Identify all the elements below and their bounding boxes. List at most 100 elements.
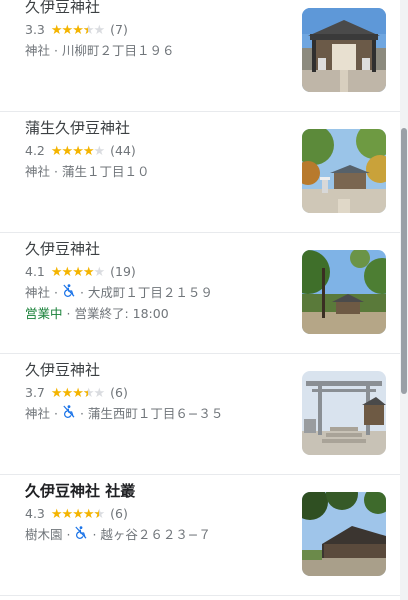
separator: · xyxy=(66,527,71,542)
star-icon: ★ xyxy=(72,144,84,159)
star-icon: ★ xyxy=(93,144,106,159)
rating-line: 4.1 ★★★★★ (19) xyxy=(25,261,295,283)
place-address: 蒲生１丁目１０ xyxy=(61,164,150,179)
rating-value: 4.3 xyxy=(25,506,45,521)
separator: · xyxy=(79,406,84,421)
star-icon: ★★ xyxy=(82,23,95,38)
star-rating: ★★★★★ xyxy=(50,141,106,162)
closing-time: 営業終了: 18:00 xyxy=(74,305,169,321)
scrollbar-thumb[interactable] xyxy=(401,128,407,394)
place-photo[interactable] xyxy=(302,371,386,455)
star-rating: ★★★★★★ xyxy=(50,383,106,404)
result-card[interactable]: 久伊豆神社 社叢 4.3 ★★★★★★ (6) 樹木園 · · xyxy=(0,476,400,596)
result-info: 久伊豆神社 3.3 ★★★★★★ (7) 神社 · 川柳町２丁目１９６ xyxy=(25,0,295,61)
star-icon: ★ xyxy=(72,265,84,280)
place-name[interactable]: 久伊豆神社 xyxy=(25,359,295,381)
place-category: 神社 xyxy=(25,406,51,421)
review-count: (44) xyxy=(110,143,136,158)
wheelchair-not-accessible-icon xyxy=(63,283,75,303)
rating-line: 4.2 ★★★★★ (44) xyxy=(25,140,295,162)
result-info: 久伊豆神社 3.7 ★★★★★★ (6) 神社 · · 蒲生西 xyxy=(25,359,295,425)
rating-line: 3.3 ★★★★★★ (7) xyxy=(25,19,295,41)
star-icon: ★ xyxy=(50,23,63,38)
shrine-photo-2 xyxy=(302,129,386,213)
result-card[interactable]: 久伊豆神社 4.1 ★★★★★ (19) 神社 · · 大成町１丁目２１５９ 営… xyxy=(0,234,400,354)
separator: · xyxy=(79,285,84,300)
shrine-photo-5 xyxy=(302,492,386,576)
separator: · xyxy=(66,305,71,321)
result-info: 久伊豆神社 4.1 ★★★★★ (19) 神社 · · 大成町１丁目２１５９ 営… xyxy=(25,238,295,324)
separator: · xyxy=(54,406,58,421)
rating-line: 4.3 ★★★★★★ (6) xyxy=(25,503,295,525)
star-icon: ★ xyxy=(72,386,84,401)
place-category: 神社 xyxy=(25,43,51,58)
star-icon: ★ xyxy=(72,507,84,522)
star-icon: ★ xyxy=(82,265,95,280)
star-icon: ★ xyxy=(72,23,84,38)
place-address: 大成町１丁目２１５９ xyxy=(87,285,213,300)
result-info: 蒲生久伊豆神社 4.2 ★★★★★ (44) 神社 · 蒲生１丁目１０ xyxy=(25,117,295,182)
wheelchair-not-accessible-icon xyxy=(63,404,75,424)
place-meta: 樹木園 · · 越ヶ谷２６２３−７ xyxy=(25,525,295,546)
star-icon: ★ xyxy=(93,265,106,280)
shrine-photo-3 xyxy=(302,250,386,334)
search-results-list: 久伊豆神社 3.3 ★★★★★★ (7) 神社 · 川柳町２丁目１９６ xyxy=(0,0,400,600)
shrine-photo-4 xyxy=(302,371,386,455)
star-icon: ★ xyxy=(61,144,74,159)
place-category: 神社 xyxy=(25,164,51,179)
star-rating: ★★★★★★ xyxy=(50,20,106,41)
star-icon: ★ xyxy=(61,386,74,401)
star-icon: ★★ xyxy=(82,386,95,401)
place-photo[interactable] xyxy=(302,8,386,92)
separator: · xyxy=(92,527,97,542)
wheelchair-not-accessible-icon xyxy=(75,525,87,545)
star-icon: ★ xyxy=(93,23,106,38)
star-rating: ★★★★★★ xyxy=(50,504,106,525)
place-name[interactable]: 蒲生久伊豆神社 xyxy=(25,117,295,139)
star-icon: ★ xyxy=(50,265,63,280)
separator: · xyxy=(54,164,58,179)
result-card[interactable]: 久伊豆神社 3.3 ★★★★★★ (7) 神社 · 川柳町２丁目１９６ xyxy=(0,0,400,112)
star-icon: ★ xyxy=(50,386,63,401)
star-icon: ★★ xyxy=(93,507,106,522)
separator: · xyxy=(54,285,58,300)
place-meta: 神社 · 川柳町２丁目１９６ xyxy=(25,41,295,61)
place-name[interactable]: 久伊豆神社 社叢 xyxy=(25,480,295,502)
place-category: 神社 xyxy=(25,285,51,300)
separator: · xyxy=(54,43,58,58)
place-address: 越ヶ谷２６２３−７ xyxy=(100,527,211,542)
rating-value: 4.2 xyxy=(25,143,45,158)
rating-value: 3.3 xyxy=(25,22,45,37)
place-name[interactable]: 久伊豆神社 xyxy=(25,0,295,18)
review-count: (7) xyxy=(110,22,128,37)
place-meta: 神社 · 蒲生１丁目１０ xyxy=(25,162,295,182)
rating-line: 3.7 ★★★★★★ (6) xyxy=(25,382,295,404)
place-name[interactable]: 久伊豆神社 xyxy=(25,238,295,260)
star-icon: ★ xyxy=(93,386,106,401)
star-icon: ★ xyxy=(50,507,63,522)
review-count: (19) xyxy=(110,264,136,279)
result-info: 久伊豆神社 社叢 4.3 ★★★★★★ (6) 樹木園 · · xyxy=(25,480,295,546)
review-count: (6) xyxy=(110,506,128,521)
star-icon: ★ xyxy=(82,507,95,522)
result-card[interactable]: 蒲生久伊豆神社 4.2 ★★★★★ (44) 神社 · 蒲生１丁目１０ xyxy=(0,113,400,233)
place-photo[interactable] xyxy=(302,250,386,334)
place-photo[interactable] xyxy=(302,129,386,213)
star-rating: ★★★★★ xyxy=(50,262,106,283)
open-status: 営業中 xyxy=(25,305,63,321)
result-card[interactable]: 久伊豆神社 3.7 ★★★★★★ (6) 神社 · · 蒲生西 xyxy=(0,355,400,475)
shrine-photo-1 xyxy=(302,8,386,92)
star-icon: ★ xyxy=(61,23,74,38)
place-photo[interactable] xyxy=(302,492,386,576)
place-address: 川柳町２丁目１９６ xyxy=(61,43,175,58)
star-icon: ★ xyxy=(61,507,74,522)
rating-value: 3.7 xyxy=(25,385,45,400)
place-category: 樹木園 xyxy=(25,527,63,542)
place-meta: 神社 · · 蒲生西町１丁目６−３５ xyxy=(25,404,295,425)
review-count: (6) xyxy=(110,385,128,400)
star-icon: ★ xyxy=(82,144,95,159)
hours-line: 営業中 · 営業終了: 18:00 xyxy=(25,304,295,324)
place-meta: 神社 · · 大成町１丁目２１５９ xyxy=(25,283,295,304)
star-icon: ★ xyxy=(61,265,74,280)
star-icon: ★ xyxy=(50,144,63,159)
